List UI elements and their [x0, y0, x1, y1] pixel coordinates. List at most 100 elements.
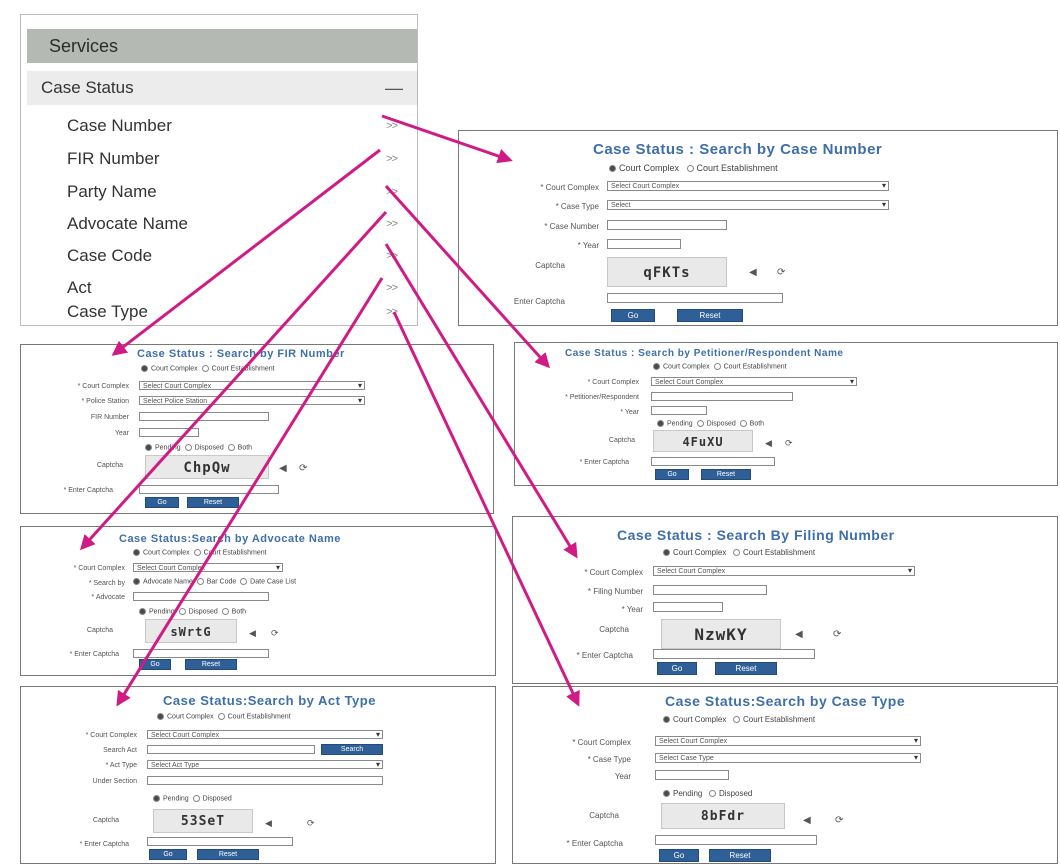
speaker-icon[interactable]: ◀	[749, 267, 757, 278]
court-complex-radio[interactable]	[609, 165, 616, 173]
bar-code-radio[interactable]	[196, 578, 204, 585]
disposed-radio[interactable]	[178, 608, 186, 615]
go-button[interactable]: Go	[145, 497, 179, 508]
court-establishment-radio[interactable]	[733, 716, 741, 724]
court-complex-select[interactable]: Select Court Complex	[607, 181, 889, 191]
both-radio[interactable]	[739, 420, 747, 427]
year-input[interactable]	[607, 239, 681, 249]
case-type-select[interactable]: Select Case Type	[655, 753, 921, 763]
menu-item-case-number[interactable]: Case Number >>	[67, 111, 398, 141]
pending-radio[interactable]	[657, 420, 664, 427]
police-station-select[interactable]: Select Police Station	[139, 396, 365, 405]
court-establishment-radio[interactable]	[733, 549, 741, 557]
reset-button[interactable]: Reset	[197, 849, 259, 860]
filing-number-input[interactable]	[653, 585, 767, 595]
fir-number-input[interactable]	[139, 412, 269, 421]
menu-item-advocate-name[interactable]: Advocate Name >>	[67, 209, 398, 239]
speaker-icon[interactable]: ◀	[795, 629, 803, 640]
advocate-input[interactable]	[133, 592, 269, 601]
menu-item-label: FIR Number	[67, 149, 160, 168]
refresh-icon[interactable]: ⟳	[299, 463, 307, 474]
court-complex-select[interactable]: Select Court Complex	[655, 736, 921, 746]
disposed-radio[interactable]	[184, 444, 192, 451]
court-complex-radio[interactable]	[133, 549, 140, 556]
disposed-radio[interactable]	[192, 795, 200, 802]
speaker-icon[interactable]: ◀	[265, 818, 272, 829]
enter-captcha-input[interactable]	[651, 457, 775, 466]
speaker-icon[interactable]: ◀	[249, 628, 256, 639]
court-complex-select[interactable]: Select Court Complex	[139, 381, 365, 390]
date-case-list-radio[interactable]	[240, 578, 248, 585]
both-radio[interactable]	[221, 608, 229, 615]
speaker-icon[interactable]: ◀	[279, 463, 287, 474]
case-number-input[interactable]	[607, 220, 727, 230]
court-establishment-radio[interactable]	[686, 165, 694, 173]
act-type-select[interactable]: Select Act Type	[147, 760, 383, 769]
go-button[interactable]: Go	[657, 662, 697, 675]
reset-button[interactable]: Reset	[185, 659, 237, 670]
court-establishment-radio[interactable]	[713, 363, 721, 370]
year-input[interactable]	[651, 406, 707, 415]
both-radio[interactable]	[227, 444, 235, 451]
reset-button[interactable]: Reset	[677, 309, 743, 322]
menu-item-case-type[interactable]: Case Type >>	[67, 297, 398, 323]
collapse-icon[interactable]: —	[385, 71, 403, 105]
reset-button[interactable]: Reset	[187, 497, 239, 508]
menu-item-party-name[interactable]: Party Name >>	[67, 177, 398, 207]
go-button[interactable]: Go	[611, 309, 655, 322]
enter-captcha-input[interactable]	[655, 835, 817, 845]
pending-radio[interactable]	[663, 790, 670, 798]
search-by-radio-group: Advocate Name Bar Code Date Case List	[133, 578, 296, 585]
search-button[interactable]: Search	[321, 744, 383, 755]
court-establishment-radio[interactable]	[201, 365, 209, 372]
petitioner-respondent-input[interactable]	[651, 392, 793, 401]
disposed-radio[interactable]	[709, 790, 717, 798]
court-establishment-radio[interactable]	[193, 549, 201, 556]
pending-radio[interactable]	[153, 795, 160, 802]
speaker-icon[interactable]: ◀	[803, 815, 811, 826]
under-section-input[interactable]	[147, 776, 383, 785]
court-complex-select[interactable]: Select Court Complex	[651, 377, 857, 386]
court-complex-radio[interactable]	[653, 363, 660, 370]
court-complex-select[interactable]: Select Court Complex	[147, 730, 383, 739]
enter-captcha-input[interactable]	[133, 649, 269, 658]
enter-captcha-input[interactable]	[147, 837, 293, 846]
refresh-icon[interactable]: ⟳	[785, 438, 793, 449]
court-complex-radio[interactable]	[157, 713, 164, 720]
refresh-icon[interactable]: ⟳	[271, 628, 279, 639]
refresh-icon[interactable]: ⟳	[777, 267, 785, 278]
pending-radio[interactable]	[139, 608, 146, 615]
year-input[interactable]	[139, 428, 199, 437]
enter-captcha-input[interactable]	[607, 293, 783, 303]
court-complex-radio[interactable]	[663, 716, 670, 724]
pending-radio[interactable]	[145, 444, 152, 451]
go-button[interactable]: Go	[659, 849, 699, 862]
refresh-icon[interactable]: ⟳	[833, 629, 841, 640]
year-input[interactable]	[655, 770, 729, 780]
menu-item-label: Act	[67, 278, 92, 297]
menu-section-case-status[interactable]: Case Status —	[27, 71, 417, 105]
refresh-icon[interactable]: ⟳	[307, 818, 315, 829]
court-establishment-radio[interactable]	[217, 713, 225, 720]
enter-captcha-input[interactable]	[653, 649, 815, 659]
court-complex-select[interactable]: Select Court Complex	[653, 566, 915, 576]
menu-item-case-code[interactable]: Case Code >>	[67, 241, 398, 271]
refresh-icon[interactable]: ⟳	[835, 815, 843, 826]
menu-item-fir-number[interactable]: FIR Number >>	[67, 144, 398, 174]
year-input[interactable]	[653, 602, 723, 612]
court-complex-radio[interactable]	[663, 549, 670, 557]
speaker-icon[interactable]: ◀	[765, 438, 772, 449]
go-button[interactable]: Go	[149, 849, 187, 860]
court-complex-radio[interactable]	[141, 365, 148, 372]
reset-button[interactable]: Reset	[701, 469, 751, 480]
case-type-select[interactable]: Select	[607, 200, 889, 210]
reset-button[interactable]: Reset	[709, 849, 771, 862]
court-complex-select[interactable]: Select Court Complex	[133, 563, 283, 572]
go-button[interactable]: Go	[655, 469, 689, 480]
search-act-input[interactable]	[147, 745, 315, 754]
disposed-radio[interactable]	[696, 420, 704, 427]
reset-button[interactable]: Reset	[715, 662, 777, 675]
go-button[interactable]: Go	[139, 659, 171, 670]
advocate-name-radio[interactable]	[133, 578, 140, 585]
enter-captcha-input[interactable]	[139, 485, 279, 494]
